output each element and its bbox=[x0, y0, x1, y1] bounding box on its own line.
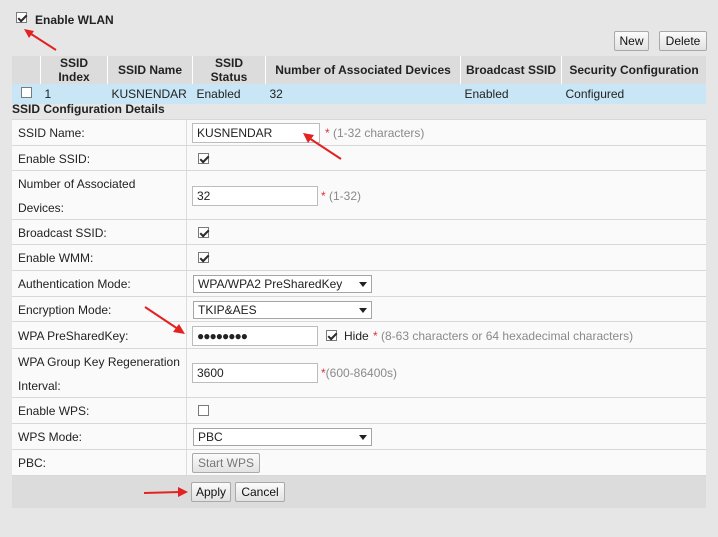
enable-wlan-checkbox[interactable] bbox=[16, 12, 27, 23]
broadcast-ssid-cell: Enabled bbox=[460, 84, 562, 104]
table-header-row: SSID Index SSID Name SSID Status Number … bbox=[12, 56, 706, 84]
enable-ssid-label: Enable SSID: bbox=[18, 152, 91, 166]
ssid-name-cell: KUSNENDAR bbox=[107, 84, 193, 104]
enable-ssid-row: Enable SSID: bbox=[12, 145, 706, 170]
chevron-down-icon bbox=[359, 435, 367, 440]
annotation-arrow-icon bbox=[24, 29, 57, 51]
column-divider bbox=[186, 171, 187, 219]
select-column-header bbox=[12, 56, 41, 84]
psk-input[interactable]: ●●●●●●●● bbox=[192, 326, 318, 346]
group-key-row: WPA Group Key Regeneration Interval: 360… bbox=[12, 348, 706, 397]
enable-ssid-checkbox[interactable] bbox=[198, 153, 209, 164]
encryption-mode-row: Encryption Mode: TKIP&AES bbox=[12, 296, 706, 321]
ssid-table: SSID Index SSID Name SSID Status Number … bbox=[12, 56, 706, 104]
ssid-index-cell: 1 bbox=[40, 84, 108, 104]
new-button[interactable]: New bbox=[614, 31, 649, 51]
column-divider bbox=[186, 245, 187, 270]
annotation-arrow-icon bbox=[144, 306, 185, 334]
section-title: SSID Configuration Details bbox=[12, 102, 165, 116]
row-select-checkbox[interactable] bbox=[20, 87, 32, 98]
auth-mode-label: Authentication Mode: bbox=[18, 277, 131, 291]
group-key-hint: (600-86400s) bbox=[325, 366, 398, 380]
group-key-label-line2: Interval: bbox=[18, 379, 61, 393]
enable-wlan-label: Enable WLAN bbox=[35, 13, 114, 27]
psk-hint: (8-63 characters or 64 hexadecimal chara… bbox=[381, 329, 634, 343]
apply-button[interactable]: Apply bbox=[191, 482, 231, 502]
assoc-devices-cell: 32 bbox=[265, 84, 461, 104]
wps-mode-value: PBC bbox=[198, 430, 223, 444]
enable-wmm-label: Enable WMM: bbox=[18, 251, 94, 265]
column-header: Broadcast SSID bbox=[460, 56, 562, 84]
column-divider bbox=[186, 120, 187, 145]
psk-label: WPA PreSharedKey: bbox=[18, 329, 129, 343]
action-bar: Apply Cancel bbox=[12, 475, 706, 508]
hide-psk-label: Hide bbox=[344, 329, 369, 343]
enable-wps-row: Enable WPS: bbox=[12, 397, 706, 423]
assoc-devices-label-line1: Number of Associated bbox=[18, 177, 136, 191]
ssid-status-cell: Enabled bbox=[192, 84, 266, 104]
pbc-label: PBC: bbox=[18, 456, 47, 470]
annotation-arrow-icon bbox=[143, 487, 188, 497]
auth-mode-row: Authentication Mode: WPA/WPA2 PreSharedK… bbox=[12, 270, 706, 296]
wps-mode-row: WPS Mode: PBC bbox=[12, 423, 706, 449]
table-row[interactable]: 1 KUSNENDAR Enabled 32 Enabled Configure… bbox=[12, 84, 706, 104]
column-header: SSID Name bbox=[107, 56, 193, 84]
enable-wmm-row: Enable WMM: bbox=[12, 244, 706, 270]
pbc-row: PBC: Start WPS bbox=[12, 449, 706, 475]
chevron-down-icon bbox=[359, 282, 367, 287]
column-divider bbox=[186, 424, 187, 449]
required-star: * bbox=[321, 189, 326, 203]
column-header: Number of Associated Devices bbox=[265, 56, 461, 84]
enable-wmm-checkbox[interactable] bbox=[198, 252, 209, 263]
broadcast-ssid-row: Broadcast SSID: bbox=[12, 219, 706, 244]
column-divider bbox=[186, 220, 187, 244]
encryption-mode-value: TKIP&AES bbox=[198, 303, 257, 317]
broadcast-ssid-label: Broadcast SSID: bbox=[18, 226, 107, 240]
column-header: Security Configuration bbox=[561, 56, 706, 84]
assoc-devices-row: Number of Associated Devices: 32 * (1-32… bbox=[12, 170, 706, 219]
auth-mode-select[interactable]: WPA/WPA2 PreSharedKey bbox=[193, 275, 372, 293]
wps-mode-select[interactable]: PBC bbox=[193, 428, 372, 446]
assoc-devices-hint: (1-32) bbox=[329, 189, 362, 203]
column-divider bbox=[186, 349, 187, 397]
column-divider bbox=[186, 398, 187, 423]
enable-wps-label: Enable WPS: bbox=[18, 404, 90, 418]
wps-mode-label: WPS Mode: bbox=[18, 430, 83, 444]
column-divider bbox=[186, 271, 187, 296]
column-divider bbox=[186, 450, 187, 475]
annotation-arrow-icon bbox=[303, 133, 342, 160]
security-config-cell: Configured bbox=[561, 84, 706, 104]
encryption-mode-label: Encryption Mode: bbox=[18, 303, 112, 317]
chevron-down-icon bbox=[359, 308, 367, 313]
column-header: SSID Index bbox=[40, 56, 108, 84]
group-key-label-line1: WPA Group Key Regeneration bbox=[18, 355, 180, 369]
cancel-button[interactable]: Cancel bbox=[235, 482, 285, 502]
group-key-input[interactable]: 3600 bbox=[192, 363, 318, 383]
broadcast-ssid-checkbox[interactable] bbox=[198, 227, 209, 238]
psk-row: WPA PreSharedKey: ●●●●●●●● Hide * (8-63 … bbox=[12, 321, 706, 348]
auth-mode-value: WPA/WPA2 PreSharedKey bbox=[198, 277, 343, 291]
ssid-name-row: SSID Name: KUSNENDAR * (1-32 characters) bbox=[12, 119, 706, 145]
hide-psk-checkbox[interactable] bbox=[326, 330, 337, 341]
encryption-mode-select[interactable]: TKIP&AES bbox=[193, 301, 372, 319]
delete-button[interactable]: Delete bbox=[659, 31, 707, 51]
start-wps-button[interactable]: Start WPS bbox=[192, 453, 260, 473]
column-divider bbox=[186, 146, 187, 170]
assoc-devices-label-line2: Devices: bbox=[18, 201, 65, 215]
column-header: SSID Status bbox=[192, 56, 266, 84]
ssid-name-label: SSID Name: bbox=[18, 126, 85, 140]
assoc-devices-input[interactable]: 32 bbox=[192, 186, 318, 206]
enable-wps-checkbox[interactable] bbox=[198, 405, 209, 416]
required-star: * bbox=[373, 329, 378, 343]
ssid-name-hint: (1-32 characters) bbox=[333, 126, 425, 140]
